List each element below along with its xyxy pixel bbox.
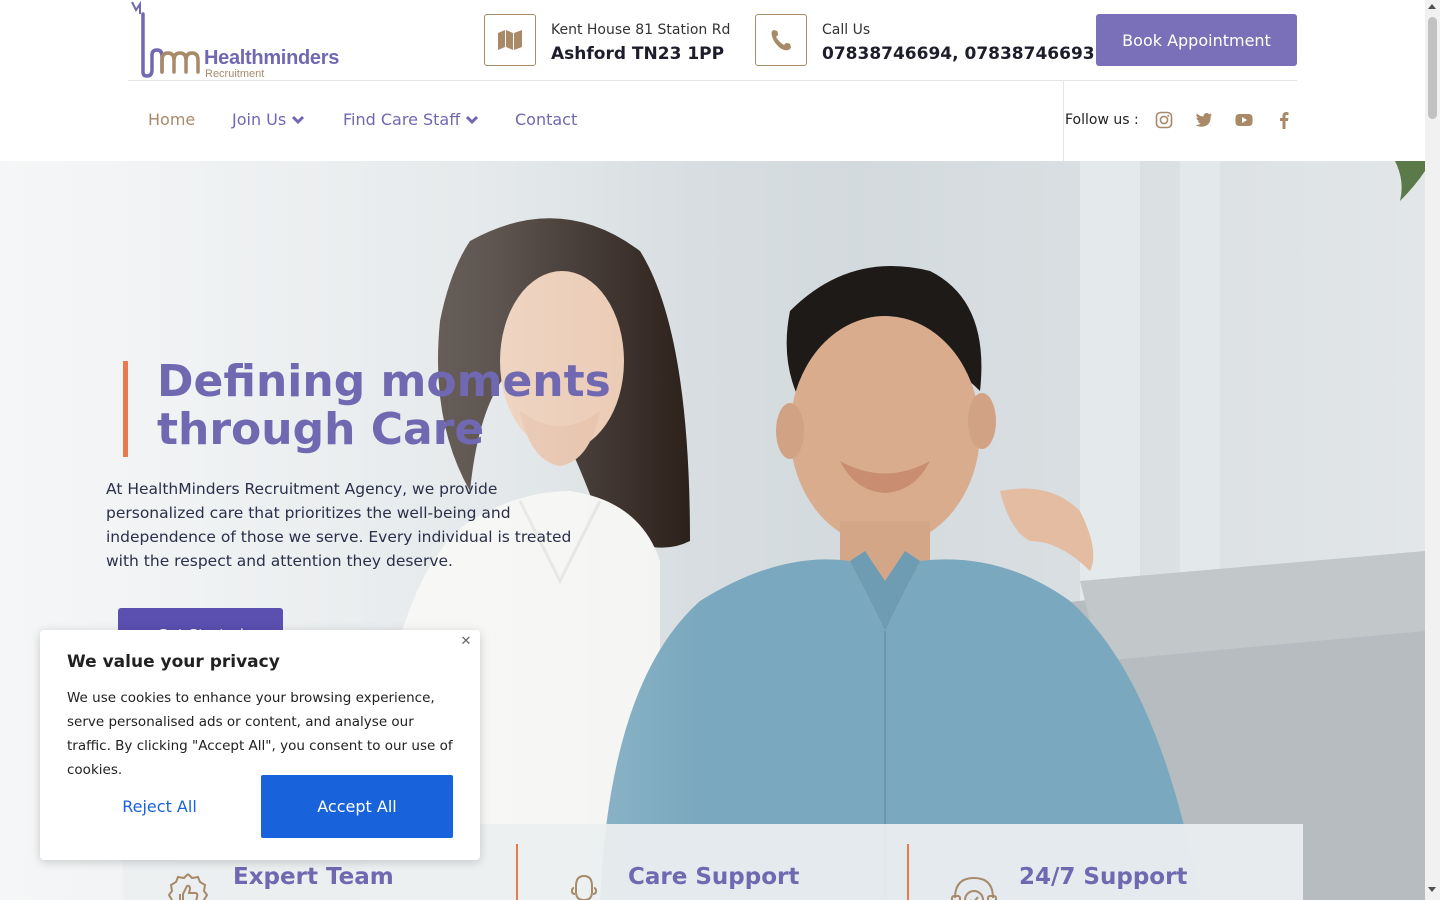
chevron-down-icon [292, 115, 305, 124]
nav-find-care-staff-label: Find Care Staff [343, 110, 461, 129]
youtube-icon[interactable] [1234, 110, 1254, 130]
map-icon-box [484, 14, 536, 66]
cookie-title: We value your privacy [67, 652, 280, 672]
site-header: Healthminders Recruitment Kent House 81 … [0, 0, 1425, 161]
person-icon [570, 874, 598, 900]
chevron-down-icon [466, 115, 479, 124]
nav-contact[interactable]: Contact [515, 110, 577, 129]
feature-24-7-support: 24/7 Support [909, 824, 1303, 900]
phone-number[interactable]: 07838746694, 07838746693 [822, 44, 1095, 64]
nav-contact-label: Contact [515, 110, 578, 129]
reject-all-button[interactable]: Reject All [67, 775, 252, 838]
address-value: Ashford TN23 1PP [551, 44, 725, 64]
scroll-up-icon[interactable] [1428, 4, 1436, 9]
accept-all-button[interactable]: Accept All [261, 775, 453, 838]
cookie-text: We use cookies to enhance your browsing … [67, 690, 453, 778]
feature-title: Care Support [628, 864, 800, 890]
logo[interactable]: Healthminders Recruitment [126, 0, 341, 80]
nav-find-care-staff[interactable]: Find Care Staff [343, 110, 479, 129]
follow-us-label: Follow us : [1065, 112, 1139, 128]
nav-join-us-label: Join Us [232, 110, 287, 129]
hero-title-accent [123, 361, 128, 457]
facebook-icon[interactable] [1274, 110, 1294, 130]
instagram-icon[interactable] [1154, 110, 1174, 130]
map-icon [498, 30, 522, 50]
address-label: Kent House 81 Station Rd [551, 22, 731, 38]
scroll-thumb[interactable] [1428, 17, 1437, 119]
nav-divider [1063, 81, 1064, 161]
header-divider [128, 80, 1297, 81]
feature-title: Expert Team [233, 864, 394, 890]
nav-home-label: Home [148, 110, 196, 129]
feature-care-support: Care Support [518, 824, 908, 900]
phone-icon-box [755, 14, 807, 66]
hero-title: Defining moments through Care [157, 356, 611, 455]
thumbs-up-badge-icon [167, 873, 209, 900]
close-icon[interactable]: ✕ [458, 633, 474, 649]
feature-title: 24/7 Support [1019, 864, 1188, 890]
headset-icon [951, 876, 997, 900]
logo-tagline: Recruitment [205, 68, 265, 80]
book-appointment-button[interactable]: Book Appointment [1096, 14, 1297, 66]
twitter-icon[interactable] [1194, 110, 1214, 130]
nav-home[interactable]: Home [148, 110, 195, 129]
page-scrollbar[interactable] [1425, 0, 1440, 900]
nav-join-us[interactable]: Join Us [232, 110, 305, 129]
phone-icon [771, 30, 791, 51]
cookie-consent-dialog: ✕ We value your privacy We use cookies t… [40, 630, 480, 860]
scroll-down-icon[interactable] [1428, 887, 1436, 892]
phone-label: Call Us [822, 22, 871, 38]
logo-mark-icon [131, 0, 200, 78]
hero-description: At HealthMinders Recruitment Agency, we … [106, 480, 572, 570]
logo-name: Healthminders [204, 47, 340, 69]
